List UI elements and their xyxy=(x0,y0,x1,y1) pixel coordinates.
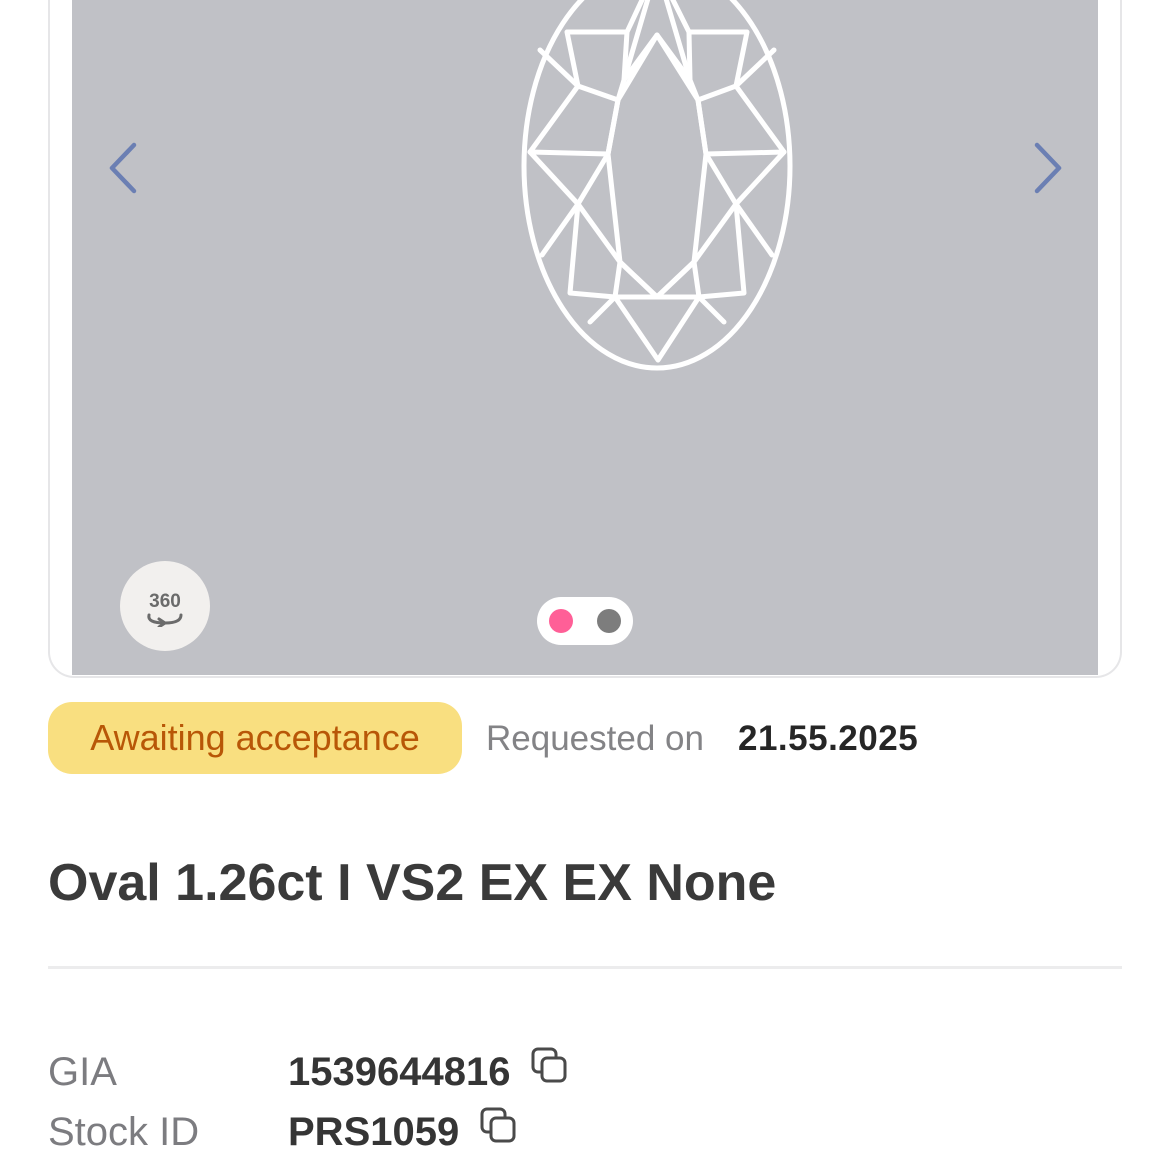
product-title: Oval 1.26ct I VS2 EX EX None xyxy=(48,854,777,912)
carousel-prev-button[interactable] xyxy=(94,138,154,198)
view-360-label: 360 xyxy=(149,590,181,612)
carousel-pagination xyxy=(537,597,633,645)
diamond-request-page: 360 Awaiting acceptance Requested on 21.… xyxy=(0,0,1170,1170)
oval-diamond-illustration xyxy=(521,0,793,371)
carousel-dot-1[interactable] xyxy=(549,609,573,633)
gia-label: GIA xyxy=(48,1050,117,1094)
requested-on-label: Requested on xyxy=(486,719,704,758)
copy-icon xyxy=(531,1047,567,1083)
requested-date: 21.55.2025 xyxy=(738,719,919,758)
chevron-right-icon xyxy=(1034,142,1062,194)
status-badge: Awaiting acceptance xyxy=(48,702,462,774)
view-360-button[interactable]: 360 xyxy=(120,561,210,651)
section-divider xyxy=(48,966,1122,969)
stock-id-value-row: PRS1059 xyxy=(288,1107,517,1157)
rotate-360-icon xyxy=(147,613,183,627)
carousel-dot-2[interactable] xyxy=(597,609,621,633)
copy-icon xyxy=(480,1107,516,1143)
stock-id-label: Stock ID xyxy=(48,1110,200,1154)
copy-stock-id-button[interactable] xyxy=(479,1106,517,1144)
copy-gia-button[interactable] xyxy=(530,1046,568,1084)
carousel-next-button[interactable] xyxy=(1017,138,1077,198)
carousel-media-slide[interactable] xyxy=(72,0,1098,675)
gia-value-row: 1539644816 xyxy=(288,1047,568,1097)
stock-id-number: PRS1059 xyxy=(288,1110,460,1154)
chevron-left-icon xyxy=(109,142,137,194)
gia-number: 1539644816 xyxy=(288,1050,511,1094)
